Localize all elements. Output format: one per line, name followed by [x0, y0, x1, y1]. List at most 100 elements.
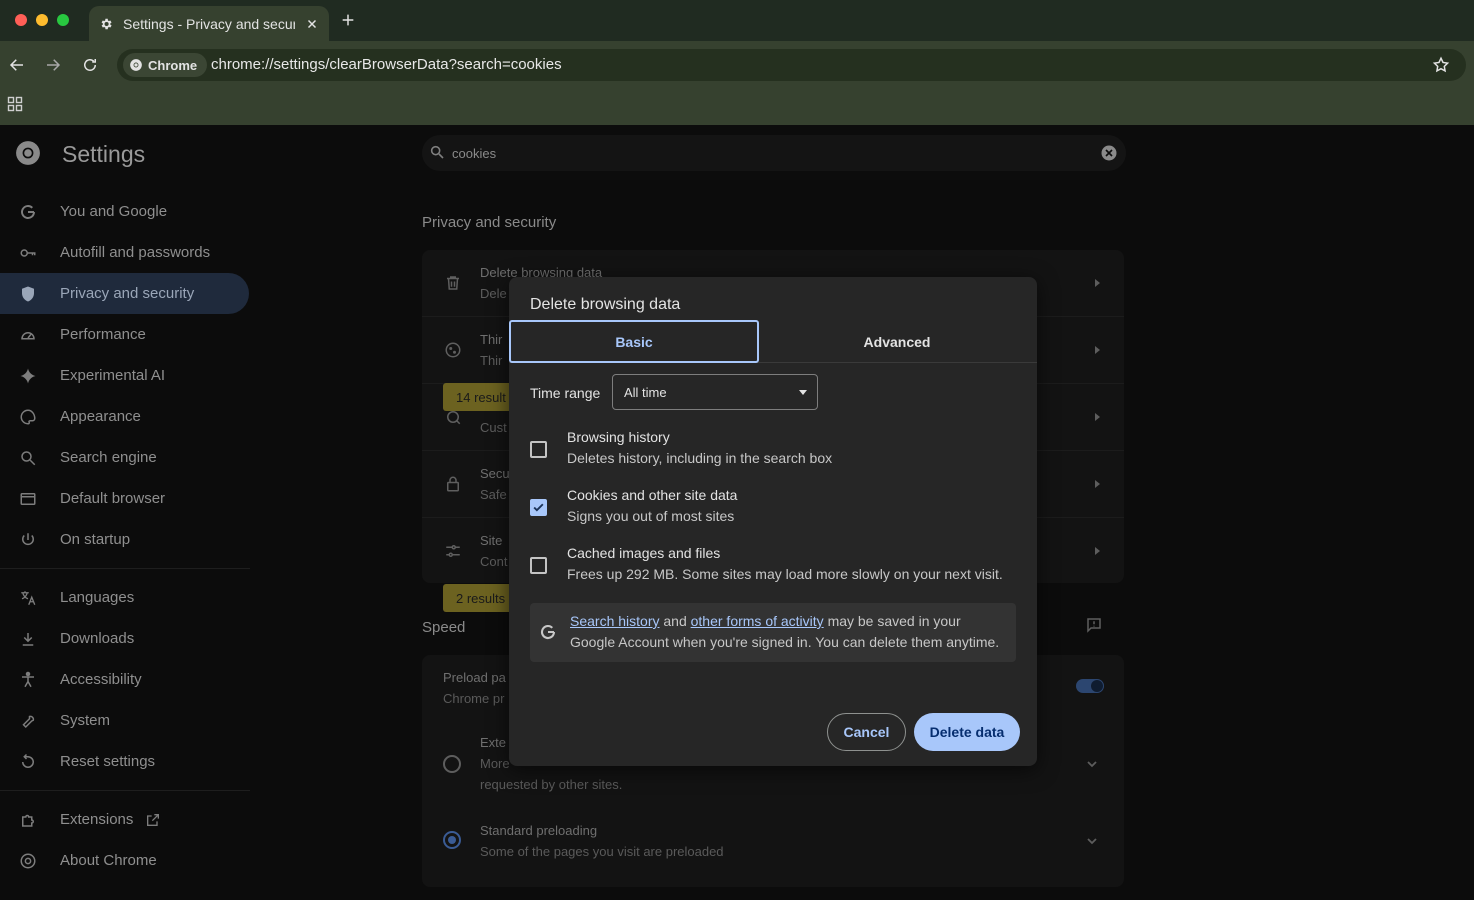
new-tab-icon[interactable] — [340, 12, 356, 28]
sidebar-item-label: Search engine — [60, 449, 157, 466]
option-title: Cookies and other site data — [567, 487, 738, 503]
bookmark-star-icon[interactable] — [1432, 56, 1450, 74]
delete-data-button[interactable]: Delete data — [914, 713, 1020, 751]
close-window-button[interactable] — [15, 14, 27, 26]
wrench-icon — [22, 715, 35, 729]
search-history-link[interactable]: Search history — [570, 613, 659, 629]
preload-title: Preload pa — [443, 670, 506, 685]
browsing-history-checkbox[interactable] — [530, 441, 547, 458]
clear-search-icon[interactable] — [1100, 144, 1118, 162]
sidebar-item-label: On startup — [60, 531, 131, 548]
minimize-window-button[interactable] — [36, 14, 48, 26]
accessibility-icon — [22, 671, 34, 688]
sidebar-item-label: Appearance — [60, 408, 141, 425]
sidebar-item-label: Autofill and passwords — [60, 244, 211, 261]
shield-icon — [22, 286, 34, 302]
sidebar-item-search-engine[interactable]: Search engine — [0, 437, 250, 478]
feedback-icon[interactable] — [1085, 616, 1103, 634]
preload-toggle[interactable] — [1076, 679, 1104, 693]
site-chip[interactable]: Chrome — [123, 53, 208, 77]
browser-tab-settings[interactable]: Settings - Privacy and securi — [89, 6, 329, 41]
sidebar-item-system[interactable]: System — [0, 700, 250, 741]
sidebar-item-experimental-ai[interactable]: Experimental AI — [0, 355, 250, 396]
sidebar-item-label: Reset settings — [60, 753, 156, 770]
chevron-down-icon[interactable] — [1086, 758, 1098, 770]
sidebar-item-on-startup[interactable]: On startup — [0, 519, 250, 560]
sidebar-item-default-browser[interactable]: Default browser — [0, 478, 250, 519]
chrome-logo-icon — [16, 141, 40, 165]
option-description: Frees up 292 MB. Some sites may load mor… — [567, 566, 1003, 582]
chrome-icon — [20, 853, 36, 869]
row-subtitle: Safe — [480, 487, 507, 502]
translate-icon — [21, 591, 36, 606]
google-account-info-box: Search history and other forms of activi… — [530, 603, 1016, 662]
option-description: Deletes history, including in the search… — [567, 450, 833, 466]
cancel-button[interactable]: Cancel — [827, 713, 906, 751]
reload-icon[interactable] — [81, 56, 99, 74]
row-subtitle: Cont — [480, 554, 508, 569]
sidebar-item-appearance[interactable]: Appearance — [0, 396, 250, 437]
sidebar-item-downloads[interactable]: Downloads — [0, 618, 250, 659]
sidebar-item-label: Extensions — [60, 811, 134, 828]
checkmark-icon — [533, 503, 544, 512]
sidebar-item-performance[interactable]: Performance — [0, 314, 250, 355]
dropdown-arrow-icon — [799, 390, 807, 395]
arrow-right-icon — [1095, 480, 1100, 488]
apps-grid-icon[interactable] — [7, 96, 23, 112]
tab-advanced[interactable]: Advanced — [771, 320, 1023, 363]
extended-preloading-radio[interactable] — [443, 755, 461, 773]
cached-images-checkbox[interactable] — [530, 557, 547, 574]
sidebar-item-accessibility[interactable]: Accessibility — [0, 659, 250, 700]
row-subtitle: Thir — [480, 353, 503, 368]
row-title: Site — [480, 533, 503, 548]
standard-preloading-radio[interactable] — [443, 831, 461, 849]
google-icon — [540, 625, 556, 640]
sidebar-divider — [0, 568, 250, 569]
tab-basic[interactable]: Basic — [509, 320, 759, 363]
option-browsing-history[interactable]: Browsing history Deletes history, includ… — [530, 427, 1020, 477]
chevron-down-icon[interactable] — [1086, 835, 1098, 847]
info-line-1: Search history and other forms of activi… — [570, 613, 961, 629]
other-activity-link[interactable]: other forms of activity — [691, 613, 824, 629]
option-cookies[interactable]: Cookies and other site data Signs you ou… — [530, 485, 1020, 535]
extended-preloading-desc-2: requested by other sites. — [480, 777, 623, 792]
forward-arrow-icon[interactable] — [44, 56, 62, 74]
row-title: Thir — [480, 332, 503, 347]
option-cached-images[interactable]: Cached images and files Frees up 292 MB.… — [530, 543, 1020, 593]
sidebar-item-you-and-google[interactable]: You and Google — [0, 191, 250, 232]
sidebar-item-about-chrome[interactable]: About Chrome — [0, 840, 250, 881]
title-bar: Settings - Privacy and securi — [0, 0, 1474, 41]
sidebar-item-privacy-and-security[interactable]: Privacy and security — [0, 273, 249, 314]
puzzle-icon — [22, 814, 34, 827]
browser-toolbar: Chrome chrome://settings/clearBrowserDat… — [0, 41, 1474, 89]
sidebar-item-autofill[interactable]: Autofill and passwords — [0, 232, 250, 273]
settings-search-input[interactable]: cookies — [422, 135, 1126, 171]
info-text: and — [663, 613, 687, 629]
sidebar-item-label: System — [60, 712, 111, 729]
arrow-right-icon — [1095, 547, 1100, 555]
sidebar-item-label: You and Google — [60, 203, 168, 220]
download-icon — [22, 633, 34, 646]
extended-preloading-title: Exte — [480, 735, 507, 750]
search-input-value: cookies — [452, 146, 497, 161]
option-title: Cached images and files — [567, 545, 721, 561]
info-text: may be saved in your — [827, 613, 961, 629]
privacy-section-title: Privacy and security — [422, 214, 557, 231]
url-text[interactable]: chrome://settings/clearBrowserData?searc… — [211, 56, 562, 73]
arrow-right-icon — [1095, 279, 1100, 287]
cookies-checkbox[interactable] — [530, 499, 547, 516]
settings-title: Settings — [62, 141, 146, 167]
back-arrow-icon[interactable] — [8, 56, 26, 74]
maximize-window-button[interactable] — [57, 14, 69, 26]
dialog-title: Delete browsing data — [530, 296, 681, 313]
standard-preloading-title: Standard preloading — [480, 823, 598, 838]
sidebar-item-label: Experimental AI — [60, 367, 166, 384]
sidebar-item-extensions[interactable]: Extensions — [0, 799, 250, 840]
sidebar-item-label: About Chrome — [60, 852, 157, 869]
sidebar-item-languages[interactable]: Languages — [0, 577, 250, 618]
address-bar[interactable]: Chrome chrome://settings/clearBrowserDat… — [117, 49, 1466, 81]
sidebar-item-reset-settings[interactable]: Reset settings — [0, 741, 250, 782]
time-range-select[interactable]: All time — [612, 374, 818, 410]
close-icon[interactable] — [305, 17, 319, 31]
sidebar-item-label: Accessibility — [60, 671, 142, 688]
